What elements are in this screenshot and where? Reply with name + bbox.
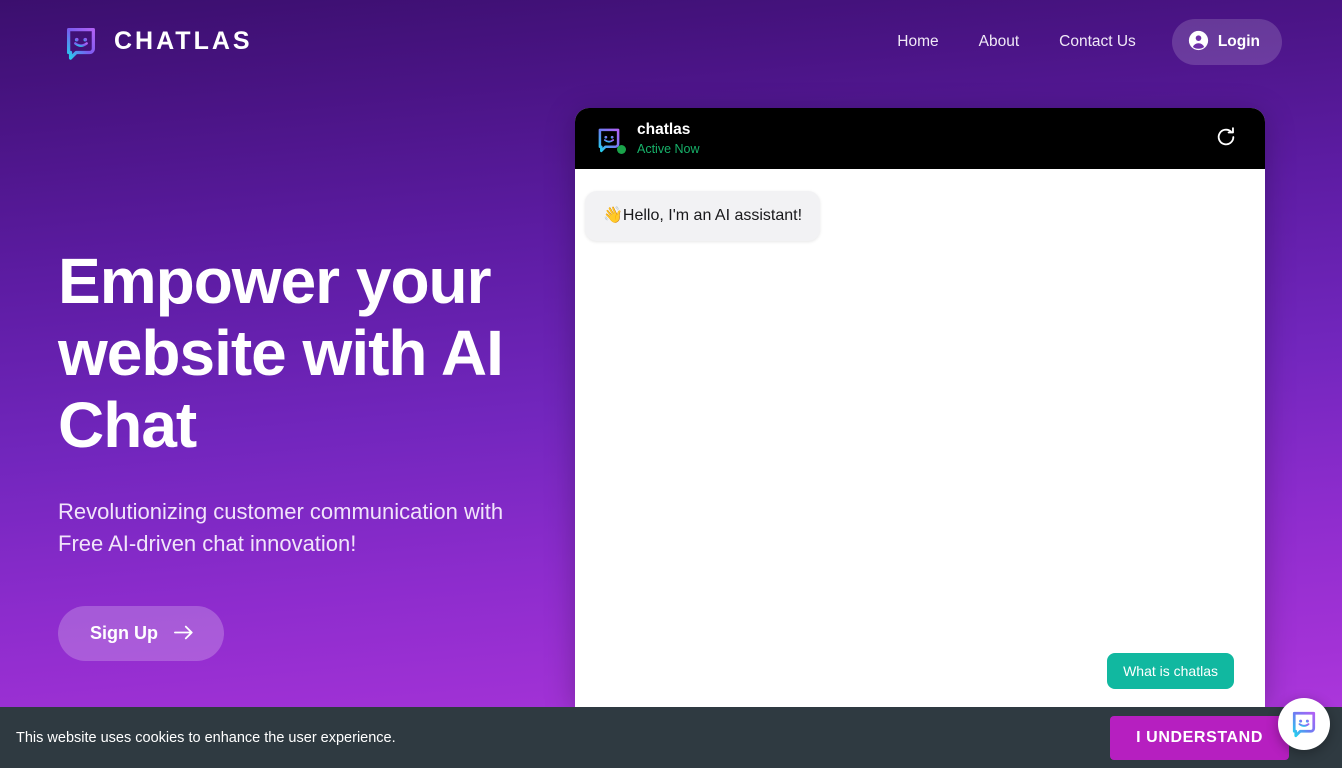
nav-item-home[interactable]: Home: [877, 25, 958, 59]
cookie-accept-button[interactable]: I UNDERSTAND: [1110, 715, 1289, 760]
chat-widget-title: chatlas: [637, 120, 691, 138]
main-nav: Home About Contact Us Login: [877, 18, 1282, 65]
hero-headline: Empower your website with AI Chat: [58, 245, 504, 461]
user-circle-icon: [1188, 30, 1209, 54]
cookie-banner-text: This website uses cookies to enhance the…: [16, 729, 396, 746]
refresh-button[interactable]: [1211, 122, 1241, 155]
chat-widget-status: Active Now: [637, 141, 700, 156]
refresh-icon: [1215, 126, 1237, 151]
arrow-right-icon: [174, 624, 194, 644]
chat-launcher-button[interactable]: [1278, 698, 1330, 750]
hero-subtitle: Revolutionizing customer communication w…: [58, 499, 504, 556]
cookie-consent-banner: This website uses cookies to enhance the…: [0, 707, 1342, 768]
login-button-label: Login: [1217, 32, 1260, 50]
avatar: [595, 125, 626, 154]
sign-up-button-label: Sign Up: [90, 623, 158, 643]
chatlas-bot-face-logo-icon: [62, 23, 100, 61]
login-button[interactable]: Login: [1171, 18, 1282, 65]
chatlas-bot-face-logo-icon: [1289, 708, 1319, 741]
site-header: CHATLAS Home About Contact Us Login: [0, 0, 1342, 83]
chat-title-block: chatlas Active Now: [637, 121, 1211, 157]
quick-reply-list: What is chatlas: [1107, 653, 1234, 689]
message-row: 👋Hello, I'm an AI assistant!: [585, 191, 1245, 241]
sign-up-button[interactable]: Sign Up: [58, 606, 224, 661]
chat-widget-header: chatlas Active Now: [575, 108, 1265, 169]
chat-message-area: 👋Hello, I'm an AI assistant! What is cha…: [575, 169, 1265, 707]
nav-item-contact-us[interactable]: Contact Us: [1039, 25, 1156, 59]
brand-name: CHATLAS: [114, 27, 253, 55]
quick-reply-what-is-chatlas[interactable]: What is chatlas: [1107, 653, 1234, 689]
online-status-dot: [617, 144, 626, 154]
nav-item-about[interactable]: About: [959, 25, 1040, 59]
bot-message-bubble: 👋Hello, I'm an AI assistant!: [585, 191, 821, 241]
hero-section: Empower your website with AI Chat Revolu…: [58, 245, 578, 661]
brand-logo[interactable]: CHATLAS: [62, 23, 253, 61]
chat-widget: chatlas Active Now 👋Hello, I'm an AI ass…: [575, 108, 1265, 707]
